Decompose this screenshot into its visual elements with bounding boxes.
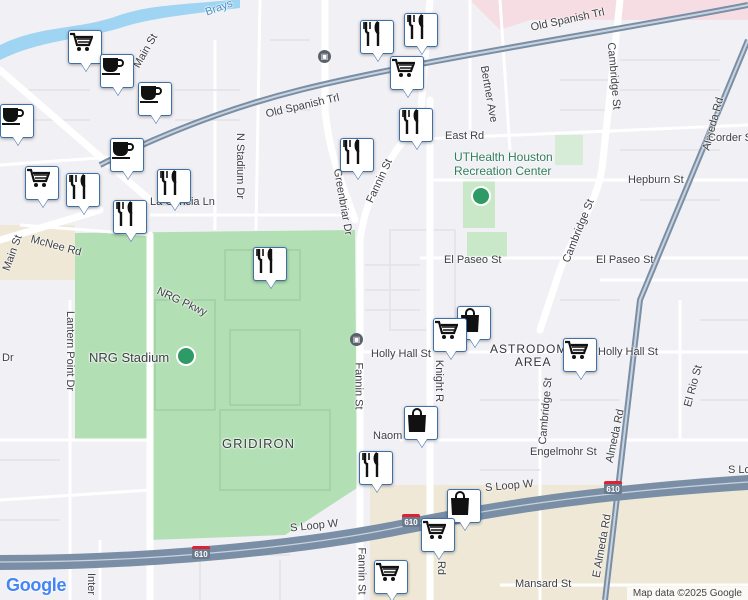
street-label-rd: Rd [435, 560, 448, 576]
street-label-lantern-point-dr: Lantern Point Dr [64, 310, 77, 392]
highway-610-shield: 610 [192, 546, 210, 559]
poi-label-nrg-stadium[interactable]: NRG Stadium [89, 350, 169, 365]
recreation-center-icon[interactable] [471, 186, 491, 206]
marker-grocery-6[interactable] [421, 518, 455, 552]
street-label-s-loop: S Loop [728, 464, 748, 476]
google-logo[interactable]: Google [6, 575, 67, 596]
marker-restaurant-9[interactable] [66, 173, 100, 207]
street-label-holly-hall-st: Holly Hall St [598, 346, 658, 358]
marker-restaurant-7[interactable] [253, 247, 287, 281]
marker-grocery-7[interactable] [374, 560, 408, 594]
highway-610-shield: 610 [402, 514, 420, 527]
marker-restaurant-5[interactable] [157, 169, 191, 203]
street-label-mansard-st: Mansard St [515, 578, 572, 590]
marker-grocery-5[interactable] [563, 338, 597, 372]
poi-label-uthealth-line2: Recreation Center [454, 164, 552, 178]
marker-restaurant-2[interactable] [404, 13, 438, 47]
stadium-icon[interactable] [176, 346, 196, 366]
marker-cafe-2[interactable] [138, 82, 172, 116]
street-label-engelmohr-st: Engelmohr St [530, 446, 597, 458]
street-label-n-stadium-dr: N Stadium Dr [234, 132, 247, 200]
marker-shopping-2[interactable] [404, 406, 438, 440]
poi-label-uthealth-line1: UTHealth Houston [454, 150, 553, 164]
marker-grocery-1[interactable] [68, 30, 102, 64]
marker-cafe-3[interactable] [0, 104, 34, 138]
street-label-fannin-st: Fannin St [352, 362, 365, 410]
marker-restaurant-6[interactable] [113, 200, 147, 234]
marker-grocery-4[interactable] [433, 318, 467, 352]
marker-cafe-4[interactable] [110, 138, 144, 172]
street-label-corder-s: Corder S [708, 132, 748, 144]
street-label-el-paseo-st: El Paseo St [596, 254, 654, 266]
street-label-east-rd: East Rd [445, 130, 485, 142]
marker-restaurant-1[interactable] [360, 20, 394, 54]
hospital-area [555, 135, 583, 165]
map-canvas[interactable]: Old Spanish Trl Old Spanish Trl Brays Ma… [0, 0, 748, 600]
area-label-gridiron: GRIDIRON [222, 436, 295, 451]
street-label-el-paseo-st: El Paseo St [444, 254, 502, 266]
street-label-holly-hall-st: Holly Hall St [371, 348, 431, 360]
google-logo-text: Google [6, 575, 67, 595]
street-label-dr: Dr [2, 352, 14, 364]
map-attribution[interactable]: Map data ©2025 Google [626, 587, 748, 600]
poi-label-uthealth[interactable]: UTHealth Houston Recreation Center [454, 150, 553, 178]
marker-grocery-3[interactable] [25, 166, 59, 200]
street-label-inter: Inter [85, 572, 98, 596]
marker-grocery-2[interactable] [390, 56, 424, 90]
marker-restaurant-4[interactable] [399, 108, 433, 142]
street-label-hepburn-st: Hepburn St [628, 174, 684, 186]
transit-station-icon[interactable]: ▣ [318, 50, 331, 63]
marker-restaurant-8[interactable] [359, 451, 393, 485]
marker-cafe-1[interactable] [100, 54, 134, 88]
street-label-knight-rd: Knight R [433, 359, 446, 403]
street-label-naom: Naom [373, 430, 403, 442]
street-label-fannin-st: Fannin St [355, 547, 368, 595]
transit-station-icon[interactable]: ▣ [350, 333, 363, 346]
marker-restaurant-3[interactable] [340, 138, 374, 172]
highway-610-shield: 610 [604, 481, 622, 494]
